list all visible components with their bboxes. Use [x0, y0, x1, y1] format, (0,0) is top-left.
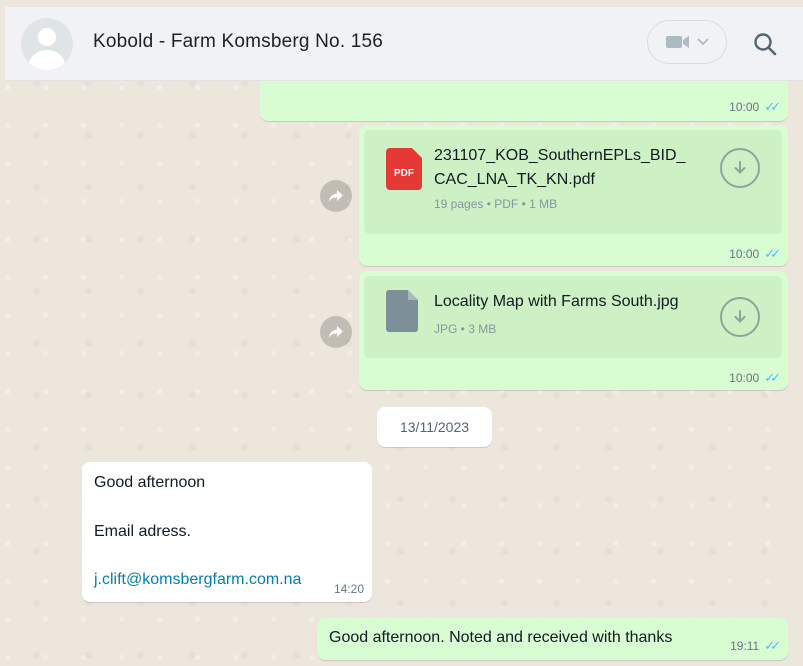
download-button[interactable] [720, 148, 760, 188]
outgoing-message[interactable]: Good afternoon. Noted and received with … [317, 618, 788, 660]
avatar[interactable] [21, 18, 73, 70]
file-card[interactable]: Locality Map with Farms South.jpg JPG • … [364, 276, 782, 358]
file-message-pdf[interactable]: PDF 231107_KOB_SouthernEPLs_BID_ CAC_LNA… [359, 125, 788, 266]
read-ticks-icon: ✓✓ [764, 99, 781, 114]
message-time: 10:00 ✓✓ [729, 246, 781, 261]
file-meta: 19 pages • PDF • 1 MB [434, 197, 558, 211]
file-name: Locality Map with Farms South.jpg [434, 293, 679, 310]
file-meta: JPG • 3 MB [434, 322, 497, 336]
svg-text:PDF: PDF [394, 168, 414, 179]
file-card[interactable]: PDF 231107_KOB_SouthernEPLs_BID_ CAC_LNA… [364, 130, 782, 234]
search-button[interactable] [749, 28, 781, 60]
read-ticks-icon: ✓✓ [764, 370, 781, 385]
chat-header: Kobold - Farm Komsberg No. 156 [5, 7, 803, 81]
message-text: Good afternoon. Noted and received with … [329, 629, 673, 646]
forward-button[interactable] [320, 180, 352, 212]
message-time: 14:20 [333, 582, 364, 596]
message-time: 19:11 ✓✓ [730, 638, 781, 653]
forward-icon [329, 326, 343, 338]
video-call-icon [666, 36, 689, 48]
read-ticks-icon: ✓✓ [764, 246, 781, 261]
search-icon [754, 33, 777, 56]
pdf-icon: PDF [386, 148, 422, 190]
forward-button[interactable] [320, 316, 352, 348]
video-call-button[interactable] [647, 20, 727, 64]
message-line: Email adress. [94, 523, 191, 540]
message-time: 10:00 ✓✓ [729, 99, 781, 114]
file-icon [386, 290, 418, 332]
download-button[interactable] [720, 297, 760, 337]
file-name: 231107_KOB_SouthernEPLs_BID_ CAC_LNA_TK_… [434, 147, 686, 188]
download-icon [734, 161, 746, 174]
read-ticks-icon: ✓✓ [764, 638, 781, 653]
download-icon [734, 310, 746, 323]
file-message-jpg[interactable]: Locality Map with Farms South.jpg JPG • … [359, 271, 788, 390]
message-time: 10:00 ✓✓ [729, 370, 781, 385]
date-divider: 13/11/2023 [377, 407, 492, 447]
email-link[interactable]: j.clift@komsbergfarm.com.na [94, 571, 301, 589]
forward-icon [329, 190, 343, 202]
incoming-message[interactable]: Good afternoon Email adress. j.clift@kom… [82, 462, 372, 602]
message-line: Good afternoon [94, 474, 206, 491]
chevron-down-icon [697, 38, 709, 46]
contact-name[interactable]: Kobold - Farm Komsberg No. 156 [93, 31, 383, 53]
